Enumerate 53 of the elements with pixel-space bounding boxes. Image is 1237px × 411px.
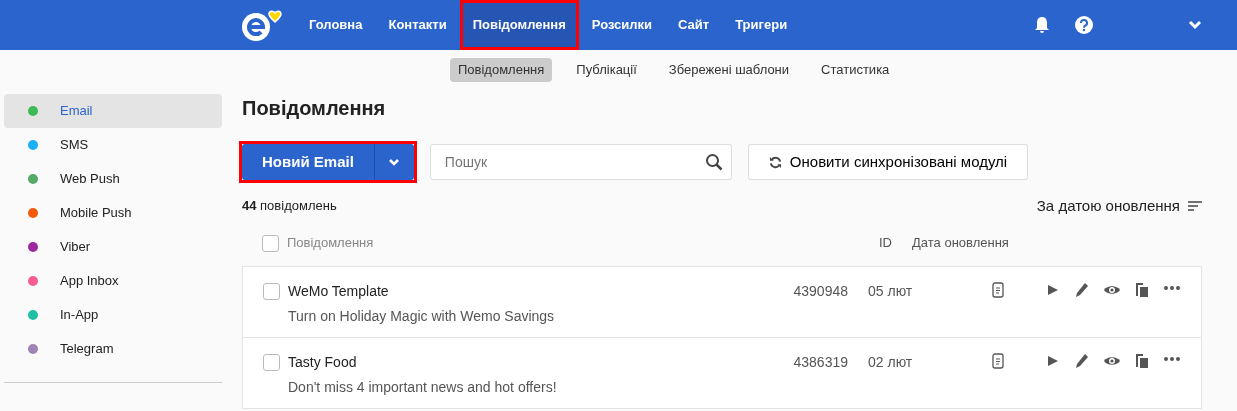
select-all-checkbox[interactable]: [262, 234, 279, 252]
subnav-tab[interactable]: Збережені шаблони: [660, 58, 798, 82]
clipboard-icon[interactable]: [989, 281, 1007, 299]
nav-tab[interactable]: Повідомлення: [459, 0, 579, 50]
copy-icon[interactable]: [1133, 281, 1151, 299]
caret-icon: [388, 158, 401, 167]
sidebar-item[interactable]: Telegram: [4, 332, 222, 366]
column-header: Дата оновлення: [911, 234, 1010, 253]
new-email-button[interactable]: Новий Email: [242, 144, 374, 180]
row-checkbox[interactable]: [263, 354, 280, 371]
nav-tab[interactable]: Тригери: [722, 0, 801, 50]
page-title: Повідомлення: [242, 96, 387, 120]
sidebar-item[interactable]: SMS: [4, 128, 222, 162]
sidebar-item[interactable]: In-App: [4, 298, 222, 332]
message-name[interactable]: Tasty Food: [288, 352, 758, 373]
column-header: ID: [878, 234, 892, 253]
sidebar-item[interactable]: App Inbox: [4, 264, 222, 298]
search-icon: [704, 153, 723, 171]
sort-link[interactable]: За датою оновлення: [1036, 194, 1180, 218]
search-field[interactable]: Пошук: [429, 144, 732, 180]
date-cell-text: 05 лют: [867, 282, 914, 301]
date-cell-text: 02 лют: [867, 353, 914, 372]
nav-tab[interactable]: Контакти: [375, 0, 460, 50]
message-name[interactable]: WeMo Template: [288, 281, 758, 302]
sort-icon[interactable]: [1188, 200, 1202, 212]
search-input[interactable]: Пошук: [442, 150, 705, 174]
dropdown-toggle[interactable]: [373, 144, 414, 180]
chevron-down-icon[interactable]: [1188, 20, 1202, 30]
sidebar-item[interactable]: Mobile Push: [4, 196, 222, 230]
nav-tab[interactable]: Розсилки: [578, 0, 666, 50]
subnav-tab[interactable]: Публікації: [568, 58, 645, 82]
clipboard-icon[interactable]: [989, 352, 1007, 370]
copy-icon[interactable]: [1133, 352, 1151, 370]
column-header: Повідомлення: [287, 234, 375, 253]
edit-icon[interactable]: [1073, 352, 1091, 370]
nav-tab[interactable]: Головна: [296, 0, 376, 50]
help-icon[interactable]: [1075, 16, 1093, 34]
sidebar-item[interactable]: Web Push: [4, 162, 222, 196]
sidebar-item[interactable]: Viber: [4, 230, 222, 264]
message-subject: Don't miss 4 important news and hot offers!: [288, 378, 558, 397]
row-checkbox[interactable]: [263, 283, 280, 300]
nav-tab[interactable]: Сайт: [665, 0, 723, 50]
sync-button[interactable]: Оновити синхронізовані модулі: [747, 144, 1029, 180]
sidebar-item[interactable]: Email: [4, 94, 222, 128]
bell-icon[interactable]: [1033, 16, 1051, 34]
id-cell-text: 4386319: [792, 353, 848, 372]
message-count: 44 повідомлень: [242, 197, 337, 216]
subnav-tab[interactable]: Статистика: [813, 58, 898, 82]
edit-icon[interactable]: [1073, 281, 1091, 299]
subnav-tab[interactable]: Повідомлення: [450, 58, 553, 82]
message-subject: Turn on Holiday Magic with Wemo Savings: [288, 307, 556, 326]
id-cell-text: 4390948: [792, 282, 848, 301]
refresh-icon: [768, 155, 782, 169]
